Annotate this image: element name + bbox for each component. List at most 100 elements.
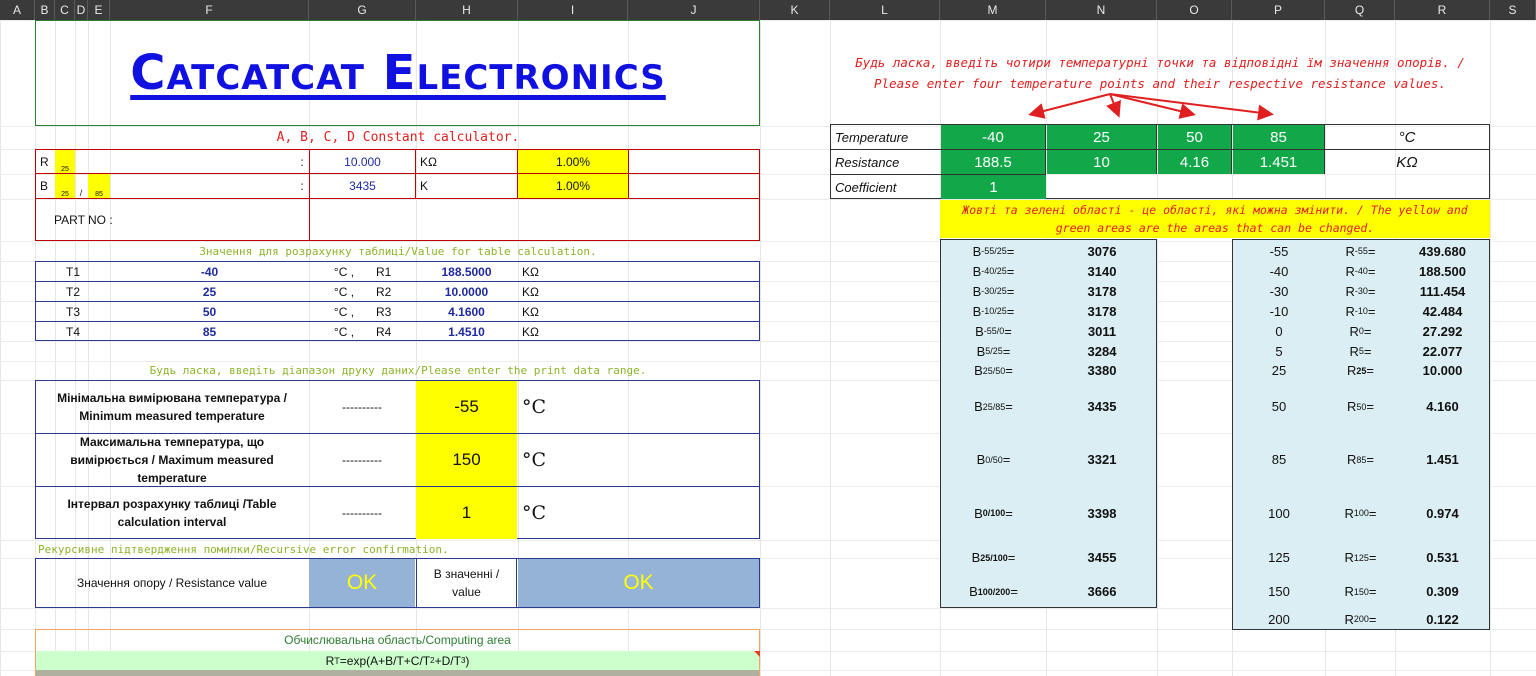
- tv-res-value[interactable]: 10.0000: [416, 282, 517, 301]
- r-temp-value: -40: [1269, 263, 1289, 279]
- resistance-point-cell[interactable]: 10: [1047, 150, 1157, 174]
- column-header-h[interactable]: H: [416, 0, 518, 20]
- r-resistance-label: R 150 =: [1326, 575, 1395, 608]
- column-header-o[interactable]: O: [1157, 0, 1232, 20]
- formula-r: R: [325, 653, 335, 668]
- r-resistance-value: 0.974: [1426, 505, 1459, 521]
- tv-temp-value[interactable]: 85: [110, 322, 309, 341]
- r-letter: R: [1349, 343, 1359, 359]
- tv-temp-value[interactable]: 25: [110, 282, 309, 301]
- b-slash: /: [79, 188, 83, 198]
- column-header-p[interactable]: P: [1232, 0, 1325, 20]
- temp-point-cell[interactable]: -40: [941, 125, 1046, 149]
- column-header-g[interactable]: G: [309, 0, 416, 20]
- r-temp-sub: 85: [1356, 454, 1367, 465]
- b-coefficient-value: 3455: [1087, 550, 1117, 565]
- part-no-label: PART NO :: [54, 212, 113, 227]
- r-resistance-label: R -30 =: [1326, 281, 1395, 301]
- b-value[interactable]: 3435: [310, 174, 415, 198]
- b-coefficient-value: 3284: [1087, 343, 1117, 359]
- column-header-d[interactable]: D: [75, 0, 88, 20]
- part-no-input[interactable]: [310, 199, 759, 240]
- print-range-unit: °C: [522, 502, 547, 524]
- temp-point-cell[interactable]: 25: [1047, 125, 1157, 149]
- b-unit: K: [420, 179, 429, 193]
- column-header-f[interactable]: F: [110, 0, 309, 20]
- editable-areas-note: Жовті та зелені області - це області, як…: [940, 200, 1490, 238]
- r-equals: =: [1367, 303, 1376, 319]
- column-header-s[interactable]: S: [1490, 0, 1536, 20]
- tv-res-value[interactable]: 188.5000: [416, 262, 517, 281]
- column-header-m[interactable]: M: [940, 0, 1046, 20]
- b-range-sub: 5/25: [985, 346, 1003, 356]
- print-range-value[interactable]: -55: [416, 381, 517, 433]
- temp-point-cell[interactable]: 50: [1158, 125, 1232, 149]
- r-resistance-label: R 85 =: [1326, 433, 1395, 486]
- company-title: Catcatcat Electronics: [130, 45, 666, 101]
- b-tolerance[interactable]: 1.00%: [518, 174, 628, 198]
- column-header-q[interactable]: Q: [1325, 0, 1395, 20]
- r-temp-sub: 25: [1356, 365, 1367, 376]
- r-letter: R: [1345, 283, 1355, 299]
- column-header-b[interactable]: B: [35, 0, 55, 20]
- r-letter: R: [1345, 243, 1355, 259]
- print-range-value[interactable]: 1: [416, 487, 517, 539]
- b-label: B: [40, 179, 49, 193]
- b-letter: B: [975, 323, 984, 339]
- r-letter: R: [1347, 399, 1357, 414]
- coefficient-value[interactable]: 1: [941, 175, 1046, 199]
- tv-temp-value[interactable]: -40: [110, 262, 309, 281]
- company-title-cell[interactable]: Catcatcat Electronics: [36, 30, 760, 116]
- r25-value[interactable]: 10.000: [310, 150, 415, 173]
- print-range-value[interactable]: 150: [416, 434, 517, 486]
- r25-unit: KΩ: [420, 154, 437, 169]
- r-equals: =: [1367, 243, 1376, 259]
- r-resistance-label: R 125 =: [1326, 540, 1395, 575]
- r-equals: =: [1367, 283, 1376, 299]
- tv-temp-value[interactable]: 50: [110, 302, 309, 321]
- r-resistance-label: R 200 =: [1326, 608, 1395, 630]
- column-header-bar: ABCDEFGHIJKLMNOPQRS: [0, 0, 1536, 20]
- column-header-l[interactable]: L: [830, 0, 940, 20]
- b-coefficient-label: B 25/50 =: [941, 361, 1046, 380]
- print-range-unit: °C: [522, 449, 547, 471]
- column-header-r[interactable]: R: [1395, 0, 1490, 20]
- column-header-i[interactable]: I: [518, 0, 628, 20]
- b-coefficient-value: 3435: [1087, 399, 1117, 414]
- b-coefficient-value: 3076: [1087, 243, 1117, 259]
- column-header-k[interactable]: K: [760, 0, 830, 20]
- r-temp-value: 5: [1275, 343, 1283, 359]
- r-equals: =: [1366, 399, 1374, 414]
- resistance-point-cell[interactable]: 1.451: [1233, 150, 1325, 174]
- r-resistance-value: 10.000: [1422, 363, 1463, 378]
- r-temp-sub: 150: [1353, 586, 1369, 597]
- r-resistance-value: 0.309: [1426, 584, 1459, 599]
- b-range-sub: -55/0: [983, 326, 1005, 336]
- computing-formula[interactable]: R T =exp(A+B/T+C/T 2 +D/T 3): [36, 651, 759, 670]
- column-header-e[interactable]: E: [88, 0, 110, 20]
- tv-res-value[interactable]: 4.1600: [416, 302, 517, 321]
- resistance-point-cell[interactable]: 4.16: [1158, 150, 1232, 174]
- tv-deg-unit: °C ,: [333, 304, 355, 319]
- b-coefficient-label: B 0/50 =: [941, 433, 1046, 486]
- column-header-j[interactable]: J: [628, 0, 760, 20]
- r-resistance-value: 0.531: [1426, 550, 1459, 565]
- r-temp-sub: -40: [1354, 266, 1368, 276]
- b-equals: =: [1004, 323, 1012, 339]
- print-range-dash: ----------: [342, 400, 382, 414]
- b-coefficient-value: 3178: [1087, 283, 1117, 299]
- tv-res-value[interactable]: 1.4510: [416, 322, 517, 341]
- b-equals: =: [1006, 303, 1015, 319]
- tv-res-unit: KΩ: [522, 264, 539, 279]
- b-subscript-2: 85: [88, 174, 110, 198]
- resistance-point-cell[interactable]: 188.5: [941, 150, 1046, 174]
- column-header-n[interactable]: N: [1046, 0, 1157, 20]
- r-letter: R: [1345, 303, 1355, 319]
- column-header-c[interactable]: C: [55, 0, 75, 20]
- column-header-a[interactable]: A: [0, 0, 35, 20]
- temp-point-cell[interactable]: 85: [1233, 125, 1325, 149]
- r25-tolerance[interactable]: 1.00%: [518, 150, 628, 173]
- r-temp-value: -30: [1269, 283, 1289, 299]
- r25-colon: :: [300, 154, 304, 169]
- r-resistance-value: 42.484: [1422, 303, 1463, 319]
